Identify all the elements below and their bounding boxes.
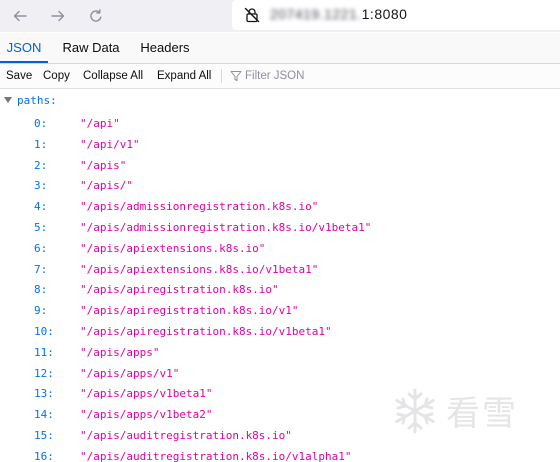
tree-row-index: 16: <box>34 449 54 462</box>
tab-headers[interactable]: Headers <box>134 33 196 63</box>
toolbar-divider <box>221 69 222 83</box>
tree-row-index: 13: <box>34 387 54 401</box>
tree-row-value: "/apis/apiextensions.k8s.io" <box>80 241 266 255</box>
reload-icon <box>90 9 102 22</box>
browser-toolbar: 207419.1221.1:8080 <box>0 0 560 32</box>
tree-row-value: "/apis/auditregistration.k8s.io" <box>80 429 292 442</box>
url-text[interactable]: 207419.1221.1:8080 <box>270 6 407 22</box>
arrow-right-icon <box>51 10 65 22</box>
expand-toggle-icon[interactable] <box>4 97 12 103</box>
filter-json-input[interactable]: Filter JSON <box>245 64 304 88</box>
tree-row-index: 9: <box>34 304 48 318</box>
copy-button[interactable]: Copy <box>43 64 70 88</box>
tab-raw-data[interactable]: Raw Data <box>54 33 128 63</box>
tree-row-value: "/apis/apiregistration.k8s.io/v1" <box>80 304 299 318</box>
filter-icon <box>230 71 242 81</box>
back-button[interactable] <box>8 4 32 28</box>
tree-row-value: "/api/v1" <box>80 137 140 151</box>
tree-row-value: "/apis/apps/v1" <box>80 366 180 380</box>
snowflake-icon <box>395 388 435 434</box>
tree-row-index: 6: <box>34 241 48 255</box>
url-bar[interactable]: 207419.1221.1:8080 <box>232 0 560 30</box>
tree-row-index: 3: <box>34 179 48 193</box>
tree-row-value: "/apis" <box>80 158 127 172</box>
tree-row-value: "/apis/apiregistration.k8s.io/v1beta1" <box>80 325 332 338</box>
viewer-tabs: JSON Raw Data Headers <box>0 33 560 64</box>
tree-row-index: 7: <box>34 262 48 276</box>
watermark: 看雪 <box>388 380 548 440</box>
root-key: paths: <box>17 94 57 107</box>
tree-root-row[interactable]: paths: <box>4 94 57 108</box>
collapse-all-button[interactable]: Collapse All <box>83 64 143 88</box>
tree-row-index: 15: <box>34 429 54 442</box>
tab-json[interactable]: JSON <box>0 33 48 63</box>
tree-row-value: "/apis/apiextensions.k8s.io/v1beta1" <box>80 262 319 276</box>
json-actions-bar: Save Copy Collapse All Expand All Filter… <box>0 64 560 89</box>
tree-row-index: 8: <box>34 283 48 297</box>
tree-row-value: "/api" <box>80 117 120 130</box>
tree-row-value: "/apis/admissionregistration.k8s.io/v1be… <box>80 221 372 234</box>
insecure-lock-icon[interactable] <box>244 7 260 23</box>
url-visible-part: 1:8080 <box>361 6 408 22</box>
tree-row-value: "/apis/apps/v1beta2" <box>80 408 213 422</box>
tree-row-value: "/apis/apiregistration.k8s.io" <box>80 283 279 297</box>
tree-row-index: 11: <box>34 345 54 359</box>
tree-row-index: 0: <box>34 117 48 130</box>
tree-row-value: "/apis/admissionregistration.k8s.io" <box>80 200 319 214</box>
watermark-text: 看雪 <box>446 394 518 434</box>
arrow-left-icon <box>13 10 27 22</box>
tree-row-value: "/apis/apps" <box>80 345 160 359</box>
tree-row-index: 14: <box>34 408 54 422</box>
expand-all-button[interactable]: Expand All <box>157 64 211 88</box>
tree-row-value: "/apis/auditregistration.k8s.io/v1alpha1… <box>80 449 352 462</box>
url-obscured-part: 207419.1221. <box>270 6 362 22</box>
save-button[interactable]: Save <box>6 64 32 88</box>
forward-button[interactable] <box>46 4 70 28</box>
tree-row-index: 5: <box>34 221 48 234</box>
tree-row-index: 4: <box>34 200 48 214</box>
reload-button[interactable] <box>84 4 108 28</box>
tree-row-index: 1: <box>34 137 48 151</box>
tree-row-value: "/apis/apps/v1beta1" <box>80 387 213 401</box>
page: 207419.1221.1:8080 JSON Raw Data Headers… <box>0 0 560 462</box>
tree-row-index: 10: <box>34 325 54 338</box>
tree-row-value: "/apis/" <box>80 179 133 193</box>
tree-row-index: 2: <box>34 158 48 172</box>
tree-row-index: 12: <box>34 366 54 380</box>
